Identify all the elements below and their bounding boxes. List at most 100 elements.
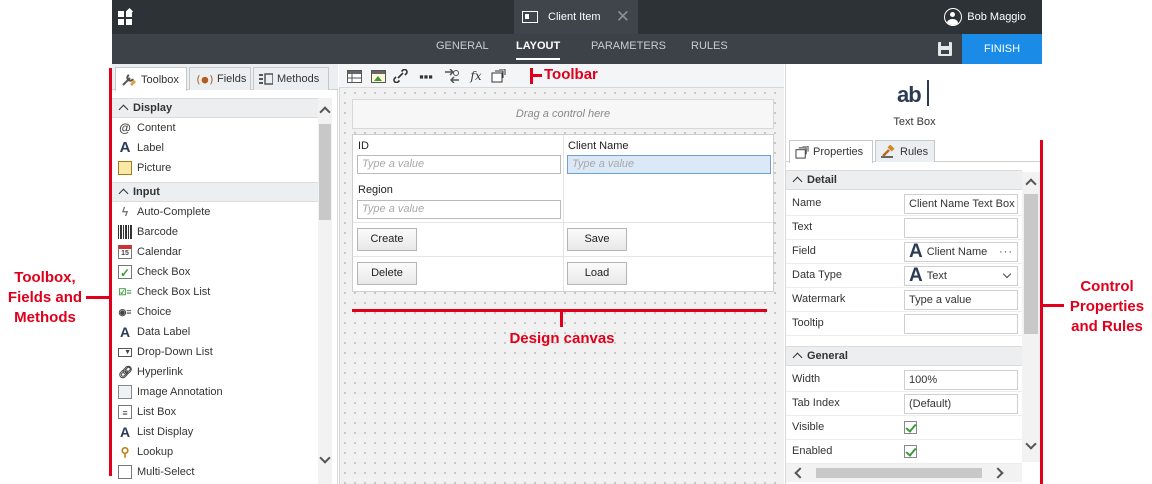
toolbox-scrollbar[interactable]: [318, 98, 332, 484]
checkbox-icon: ✓: [118, 265, 132, 280]
lightning-icon: ϟ: [121, 205, 129, 219]
tab-methods-label: Methods: [277, 73, 320, 85]
image-tool-icon[interactable]: [369, 68, 387, 84]
section-display[interactable]: Display: [112, 98, 318, 118]
tool-content[interactable]: @ Content: [112, 118, 318, 138]
properties-horizontal-scrollbar[interactable]: [786, 464, 1022, 482]
chevron-left-icon[interactable]: [794, 467, 806, 479]
prop-label: Data Type: [792, 269, 842, 281]
enabled-checkbox[interactable]: [904, 445, 917, 458]
section-detail[interactable]: Detail: [786, 170, 1022, 190]
tool-multi-select[interactable]: Multi-Select: [112, 462, 318, 482]
apps-grid-icon[interactable]: [118, 7, 134, 25]
tool-check-box-list[interactable]: ☑≡ Check Box List: [112, 282, 318, 302]
tool-list-display[interactable]: A List Display: [112, 422, 318, 442]
chevron-up-icon[interactable]: [319, 106, 331, 118]
properties-icon[interactable]: [489, 68, 507, 84]
tool-lookup[interactable]: ⚲ Lookup: [112, 442, 318, 462]
chevron-down-icon[interactable]: [1025, 438, 1037, 450]
tab-properties-label: Properties: [813, 146, 864, 158]
datatype-dropdown[interactable]: A Text: [904, 266, 1018, 286]
delete-button[interactable]: Delete: [357, 262, 417, 285]
tab-general[interactable]: GENERAL: [436, 34, 489, 64]
tool-label: Auto-Complete: [137, 206, 211, 218]
close-icon[interactable]: ✕: [616, 8, 630, 25]
chevron-up-icon: [118, 188, 129, 199]
ellipsis-icon[interactable]: ···: [999, 243, 1013, 261]
chevron-down-icon[interactable]: [319, 452, 331, 464]
scrollbar-thumb[interactable]: [816, 468, 982, 478]
tooltip-value-input[interactable]: [904, 314, 1018, 334]
datatype-icon: A: [909, 266, 923, 286]
name-value-input[interactable]: Client Name Text Box: [904, 194, 1018, 214]
design-canvas[interactable]: Drag a control here ID Type a value Clie…: [339, 88, 784, 484]
visible-checkbox[interactable]: [904, 421, 917, 434]
field-value-picker[interactable]: A Client Name ···: [904, 242, 1018, 262]
text-value-input[interactable]: [904, 218, 1018, 238]
client-name-label: Client Name: [568, 140, 629, 152]
section-detail-title: Detail: [807, 174, 837, 186]
more-icon[interactable]: ▪▪▪: [417, 68, 435, 84]
id-input[interactable]: Type a value: [357, 155, 561, 174]
at-sign-icon: @: [119, 121, 131, 135]
tab-parameters[interactable]: PARAMETERS: [591, 34, 666, 64]
document-tab[interactable]: Client Item ✕: [514, 0, 638, 34]
watermark-value-input[interactable]: Type a value: [904, 290, 1018, 310]
tool-image-annotation[interactable]: Image Annotation: [112, 382, 318, 402]
expression-fx-icon[interactable]: fx: [467, 68, 485, 84]
tab-fields[interactable]: (●) Fields: [189, 67, 251, 90]
tab-rules[interactable]: RULES: [691, 34, 728, 64]
width-value-input[interactable]: 100%: [904, 370, 1018, 390]
form-table: ID Type a value Client Name Type a value…: [352, 134, 774, 292]
client-name-input[interactable]: Type a value: [567, 155, 771, 174]
tool-hyperlink[interactable]: 🔗︎ Hyperlink: [112, 362, 318, 382]
user-menu[interactable]: Bob Maggio: [944, 8, 1026, 26]
form-icon: [522, 11, 538, 23]
section-display-title: Display: [133, 102, 173, 114]
section-general[interactable]: General: [786, 346, 1022, 366]
tool-picture[interactable]: Picture: [112, 158, 318, 178]
scrollbar-thumb[interactable]: [319, 124, 331, 220]
create-button[interactable]: Create: [357, 228, 417, 251]
toolbox-tabs: Toolbox (●) Fields Methods: [112, 64, 338, 91]
transfer-icon[interactable]: [443, 68, 461, 84]
table-tool-icon[interactable]: [345, 68, 363, 84]
properties-vertical-scrollbar[interactable]: [1022, 172, 1040, 462]
properties-tabs: Properties Rules: [786, 138, 1042, 163]
tab-toolbox[interactable]: Toolbox: [115, 67, 187, 91]
scrollbar-thumb[interactable]: [1024, 194, 1038, 334]
tool-label: Data Label: [137, 326, 191, 338]
tool-label: Picture: [137, 162, 172, 174]
magnifier-icon: ⚲: [120, 445, 130, 459]
field-value: Client Name: [926, 246, 988, 258]
tab-properties[interactable]: Properties: [789, 140, 873, 163]
save-button[interactable]: Save: [567, 228, 627, 251]
tool-barcode[interactable]: Barcode: [112, 222, 318, 242]
save-icon[interactable]: [938, 42, 952, 56]
finish-button[interactable]: FINISH: [962, 34, 1042, 64]
tool-data-label[interactable]: A Data Label: [112, 322, 318, 342]
tool-label: Barcode: [137, 226, 178, 238]
tool-auto-complete[interactable]: ϟ Auto-Complete: [112, 202, 318, 222]
load-button[interactable]: Load: [567, 262, 627, 285]
link-icon[interactable]: [391, 68, 409, 84]
chevron-right-icon[interactable]: [992, 467, 1004, 479]
methods-icon: [259, 73, 273, 85]
chevron-up-icon[interactable]: [1025, 178, 1037, 190]
tool-list-box[interactable]: ≡ List Box: [112, 402, 318, 422]
drop-zone[interactable]: Drag a control here: [352, 99, 774, 129]
prop-label: Field: [792, 245, 816, 257]
prop-row-datatype: Data Type A Text: [786, 264, 1022, 288]
region-input[interactable]: Type a value: [357, 200, 561, 219]
tab-rules-panel[interactable]: Rules: [875, 140, 935, 162]
tab-methods[interactable]: Methods: [253, 67, 329, 90]
tool-choice[interactable]: ◉≡ Choice: [112, 302, 318, 322]
tab-layout[interactable]: LAYOUT: [516, 34, 561, 64]
section-input[interactable]: Input: [112, 182, 318, 202]
tabindex-value-input[interactable]: (Default): [904, 394, 1018, 414]
tool-drop-down-list[interactable]: ▼ Drop-Down List: [112, 342, 318, 362]
tool-label-control[interactable]: A Label: [112, 138, 318, 158]
tool-calendar[interactable]: 15 Calendar: [112, 242, 318, 262]
checkbox-list-icon: ☑≡: [118, 287, 132, 297]
tool-check-box[interactable]: ✓ Check Box: [112, 262, 318, 282]
